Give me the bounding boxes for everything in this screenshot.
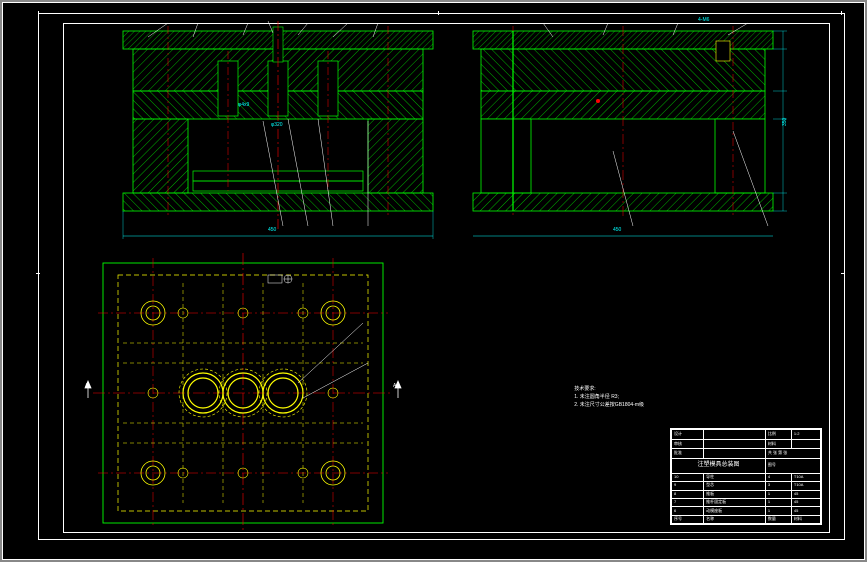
- tb-sheet: 共 张 第 张: [765, 449, 820, 459]
- title-block-table: 设计 比例 1:2 审核 材料 批准 共 张 第 张 注塑模具总装图 图号: [671, 429, 821, 524]
- dim-h1: 350: [782, 117, 788, 126]
- section-view-left: φ4x9 φ320 450: [123, 21, 433, 239]
- section-mark-a: A: [393, 383, 396, 389]
- tb-main-title: 注塑模具总装图: [672, 458, 766, 473]
- tb-scale-val: 1:2: [791, 430, 820, 440]
- dim-4m6: 4-M6: [698, 17, 710, 23]
- pl-h-qty: 数量: [765, 515, 791, 523]
- pl-h-no: 序号: [672, 515, 704, 523]
- tb-appr-label: 批准: [672, 449, 704, 459]
- pl-h-name: 名称: [704, 515, 766, 523]
- tb-check-label: 审核: [672, 439, 704, 449]
- title-block: 设计 比例 1:2 审核 材料 批准 共 张 第 张 注塑模具总装图 图号: [670, 428, 822, 525]
- tech-heading: 技术要求:: [574, 385, 644, 393]
- plan-view: [85, 253, 401, 533]
- technical-notes: 技术要求: 1. 未注圆角半径 R3; 2. 未注尺寸公差按GB1804-m级: [574, 385, 644, 409]
- tb-drawn-label: 设计: [672, 430, 704, 440]
- section-mark-a2: A: [85, 383, 88, 389]
- tech-line1: 1. 未注圆角半径 R3;: [574, 393, 644, 401]
- dim-rw1: 450: [613, 227, 622, 233]
- pl-qty: 4: [765, 473, 791, 481]
- dim-d3: φ320: [271, 122, 283, 128]
- pl-mat: T10A: [791, 473, 820, 481]
- model-space-frame: φ4x9 φ320 450: [2, 2, 865, 560]
- section-view-right: 350 450 4-M6: [473, 17, 788, 236]
- dim-w1: 450: [268, 227, 277, 233]
- tb-scale-label: 比例: [765, 430, 791, 440]
- pl-no: 10: [672, 473, 704, 481]
- tech-line2: 2. 未注尺寸公差按GB1804-m级: [574, 401, 644, 409]
- dim-d1: φ4x9: [238, 102, 250, 108]
- pl-h-mat: 材料: [791, 515, 820, 523]
- tb-partno: 图号: [765, 458, 820, 473]
- pl-name: 导柱: [704, 473, 766, 481]
- tb-mat: 材料: [765, 439, 791, 449]
